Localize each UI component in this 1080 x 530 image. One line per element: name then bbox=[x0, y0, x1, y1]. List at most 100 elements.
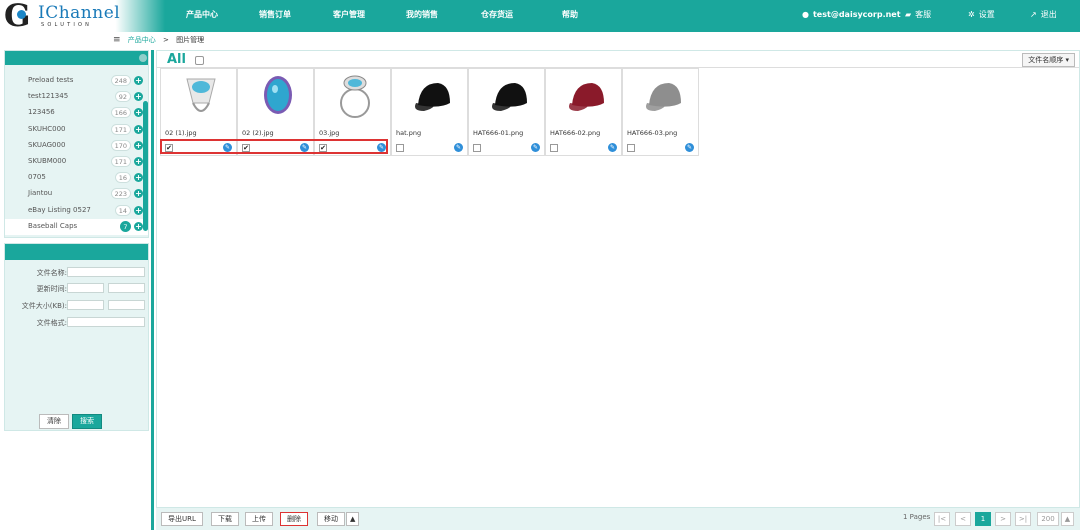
sort-dropdown[interactable]: 文件名顺序 ▾ bbox=[1022, 53, 1075, 67]
image-preview[interactable] bbox=[641, 73, 685, 121]
search-button[interactable]: 搜索 bbox=[72, 414, 102, 429]
edit-icon[interactable]: ✎ bbox=[685, 143, 694, 152]
edit-icon[interactable]: ✎ bbox=[454, 143, 463, 152]
add-icon[interactable]: + bbox=[134, 140, 143, 150]
add-icon[interactable]: + bbox=[134, 124, 143, 134]
image-select-checkbox[interactable] bbox=[396, 144, 404, 152]
file-name-label: 文件名称: bbox=[36, 269, 67, 277]
current-page[interactable]: 1 bbox=[975, 512, 991, 526]
category-scrollbar[interactable] bbox=[143, 101, 148, 231]
menu-icon[interactable]: ≡ bbox=[113, 35, 121, 45]
prev-page-button[interactable]: < bbox=[955, 512, 971, 526]
clear-button[interactable]: 清除 bbox=[39, 414, 69, 429]
add-icon[interactable]: + bbox=[134, 76, 143, 85]
nav-help[interactable]: 帮助 bbox=[562, 0, 578, 32]
file-format-input[interactable] bbox=[67, 317, 145, 327]
edit-icon[interactable]: ✎ bbox=[608, 143, 617, 152]
category-item[interactable]: eBay Listing 0527 14 + bbox=[5, 203, 148, 219]
category-count-badge: 14 bbox=[114, 204, 131, 216]
add-icon[interactable]: + bbox=[134, 173, 143, 183]
category-count-badge: 16 bbox=[114, 172, 131, 184]
image-filename: HAT666-01.png bbox=[473, 129, 524, 137]
category-label: Baseball Caps bbox=[28, 221, 78, 230]
image-preview[interactable] bbox=[564, 73, 608, 121]
category-item[interactable]: SKUAG000 170 + bbox=[5, 138, 148, 154]
category-item[interactable]: test121345 92 + bbox=[5, 89, 148, 105]
image-select-checkbox[interactable] bbox=[550, 144, 558, 152]
breadcrumb-current: 图片管理 bbox=[176, 36, 205, 44]
customer-service-link[interactable]: ▰ 客服 bbox=[905, 0, 931, 32]
category-panel: Preload tests 248 + test121345 92 +123456 166 +… bbox=[4, 50, 149, 238]
category-item[interactable]: 123456 166 + bbox=[5, 105, 148, 121]
add-icon[interactable]: + bbox=[134, 189, 143, 199]
category-label: Jiantou bbox=[28, 189, 53, 198]
category-count-badge: 171 bbox=[110, 156, 131, 167]
user-account[interactable]: ● test@daisycorp.net bbox=[802, 0, 901, 32]
image-preview[interactable] bbox=[487, 73, 531, 121]
select-all-checkbox[interactable] bbox=[195, 56, 204, 65]
logout-label: 退出 bbox=[1040, 10, 1057, 19]
edit-icon[interactable]: ✎ bbox=[531, 143, 540, 152]
per-page-select[interactable]: 200 bbox=[1037, 512, 1059, 526]
add-icon[interactable]: + bbox=[134, 108, 143, 118]
last-page-button[interactable]: >| bbox=[1015, 512, 1031, 526]
nav-customer-management[interactable]: 客户管理 bbox=[333, 0, 365, 32]
category-label: test121345 bbox=[28, 92, 69, 101]
file-format-label: 文件格式: bbox=[36, 319, 67, 327]
logout-link[interactable]: ↗ 退出 bbox=[1030, 0, 1057, 32]
move-button[interactable]: 移动 bbox=[317, 512, 345, 526]
nav-warehouse-shipping[interactable]: 仓存货运 bbox=[481, 0, 513, 32]
all-filter-label[interactable]: All bbox=[167, 52, 186, 67]
move-menu-arrow[interactable]: ▲ bbox=[346, 512, 360, 526]
category-item[interactable]: 0705 16 + bbox=[5, 170, 148, 186]
chat-icon: ▰ bbox=[905, 10, 912, 19]
category-item[interactable]: SKUBM000 171 + bbox=[5, 154, 148, 170]
image-thumbnail[interactable]: HAT666-02.png ✎ bbox=[545, 68, 622, 156]
first-page-button[interactable]: |< bbox=[934, 512, 950, 526]
page-count: 1 Pages bbox=[903, 513, 931, 521]
category-count-badge: 171 bbox=[110, 123, 131, 135]
image-thumbnail[interactable]: HAT666-03.png ✎ bbox=[622, 68, 699, 156]
file-size-max-input[interactable] bbox=[108, 300, 145, 310]
nav-sales-orders[interactable]: 销售订单 bbox=[259, 0, 291, 32]
update-time-to-input[interactable] bbox=[108, 283, 145, 293]
image-select-checkbox[interactable] bbox=[627, 144, 635, 152]
image-thumbnail[interactable]: hat.png ✎ bbox=[391, 68, 468, 156]
logo-subtitle: SOLUTION bbox=[41, 22, 93, 28]
category-item[interactable]: Baseball Caps 7 + bbox=[5, 218, 148, 235]
add-icon[interactable]: + bbox=[134, 157, 143, 166]
category-settings-icon[interactable] bbox=[139, 54, 147, 62]
add-icon[interactable]: + bbox=[134, 92, 143, 102]
category-item[interactable]: SKUHC000 171 + bbox=[5, 122, 148, 138]
image-thumbnail[interactable]: HAT666-01.png ✎ bbox=[468, 68, 545, 156]
download-button[interactable]: 下载 bbox=[211, 512, 239, 526]
category-label: Preload tests bbox=[28, 76, 74, 84]
breadcrumb-home[interactable]: 产品中心 bbox=[128, 36, 156, 44]
file-size-min-input[interactable] bbox=[67, 300, 104, 310]
upload-button[interactable]: 上传 bbox=[245, 512, 273, 526]
file-size-label: 文件大小(KB): bbox=[21, 302, 67, 310]
image-filename: 03.jpg bbox=[319, 129, 340, 137]
delete-button[interactable]: 删除 bbox=[280, 512, 308, 526]
add-icon[interactable]: + bbox=[134, 221, 143, 231]
panel-splitter[interactable] bbox=[151, 50, 154, 530]
category-item[interactable]: Preload tests 248 + bbox=[5, 73, 148, 89]
update-time-from-input[interactable] bbox=[67, 283, 104, 293]
image-preview[interactable] bbox=[179, 73, 223, 121]
logo-title: IChannel bbox=[38, 3, 121, 23]
logo[interactable]: G IChannel SOLUTION bbox=[0, 0, 165, 32]
file-name-input[interactable] bbox=[67, 267, 145, 277]
settings-link[interactable]: ✲ 设置 bbox=[968, 0, 995, 32]
image-filename: 02 (2).jpg bbox=[242, 129, 274, 137]
export-url-button[interactable]: 导出URL bbox=[161, 512, 203, 526]
next-page-button[interactable]: > bbox=[995, 512, 1011, 526]
image-preview[interactable] bbox=[256, 73, 300, 121]
image-preview[interactable] bbox=[333, 73, 377, 121]
nav-my-sales[interactable]: 我的销售 bbox=[406, 0, 438, 32]
image-select-checkbox[interactable] bbox=[473, 144, 481, 152]
add-icon[interactable]: + bbox=[134, 205, 143, 215]
category-item[interactable]: Jiantou 223 + bbox=[5, 186, 148, 202]
per-page-arrow[interactable]: ▲ bbox=[1061, 512, 1074, 526]
image-preview[interactable] bbox=[410, 73, 454, 121]
nav-product-center[interactable]: 产品中心 bbox=[186, 0, 218, 32]
